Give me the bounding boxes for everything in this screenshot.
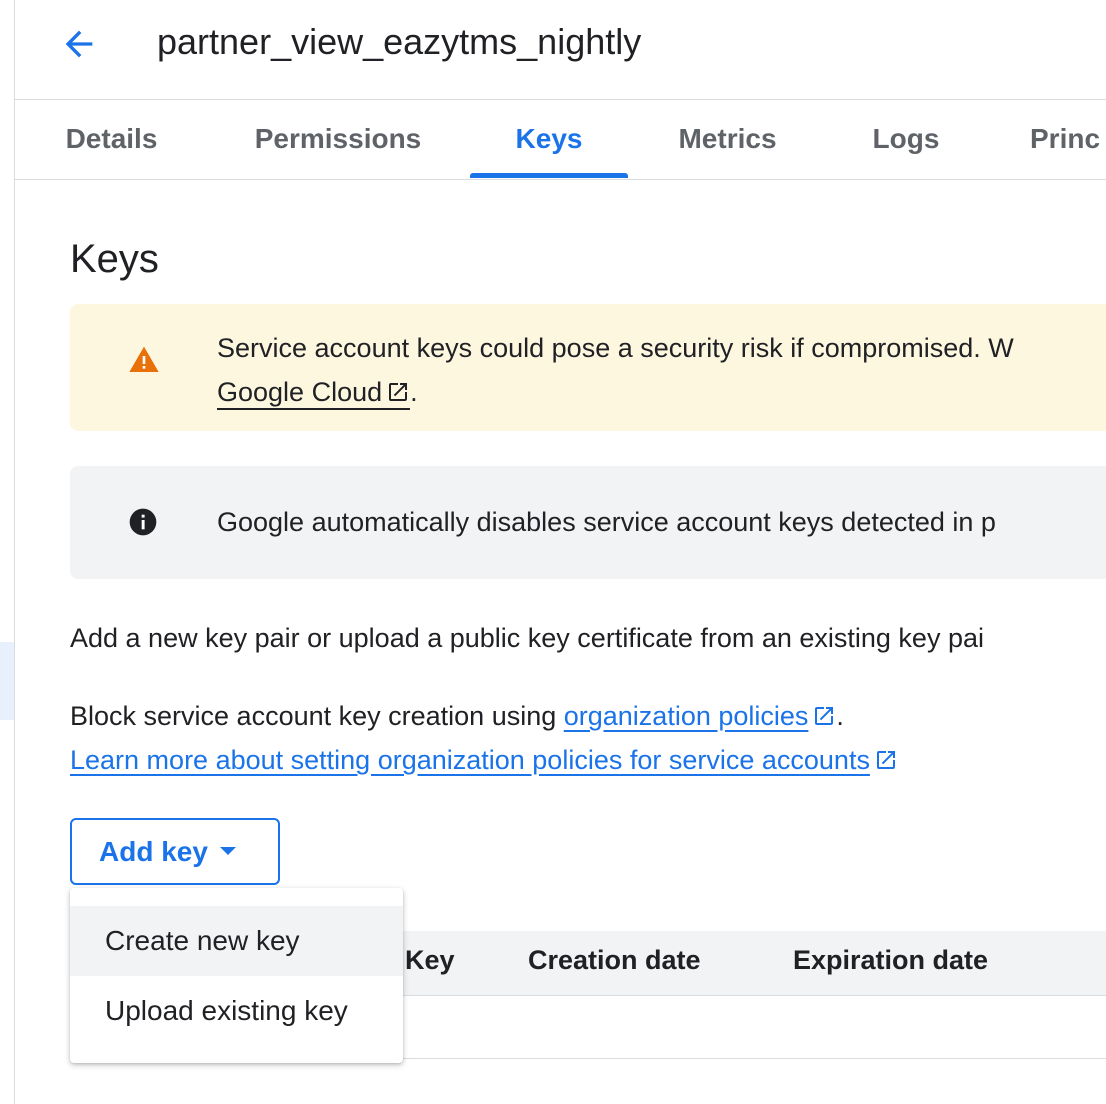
external-link-icon [876, 751, 895, 769]
warning-icon [129, 346, 159, 372]
tab-keys[interactable]: Keys [470, 100, 628, 178]
left-nav-highlight [0, 642, 14, 720]
warning-suffix: . [410, 377, 418, 407]
add-key-menu: Create new key Upload existing key [70, 888, 403, 1063]
tab-principals[interactable]: Princ [1018, 100, 1106, 178]
tab-permissions[interactable]: Permissions [234, 100, 442, 178]
tab-metrics[interactable]: Metrics [655, 100, 800, 178]
warning-text-block: Service account keys could pose a securi… [217, 326, 1014, 414]
tab-logs[interactable]: Logs [851, 100, 961, 178]
back-button[interactable] [57, 20, 101, 68]
info-icon [129, 508, 157, 536]
column-header-expiration-date[interactable]: Expiration date [793, 945, 988, 976]
add-key-button[interactable]: Add key [70, 818, 280, 885]
warning-text: Service account keys could pose a securi… [217, 333, 1014, 363]
menu-item-upload-existing-key[interactable]: Upload existing key [70, 976, 403, 1046]
page-header: partner_view_eazytms_nightly [15, 0, 1106, 100]
menu-item-create-new-key[interactable]: Create new key [70, 906, 403, 976]
info-banner: Google automatically disables service ac… [70, 466, 1106, 579]
learn-more-link[interactable]: Learn more about setting organization po… [70, 745, 898, 775]
warning-banner: Service account keys could pose a securi… [70, 304, 1106, 431]
arrow-back-icon [65, 30, 93, 58]
google-cloud-link[interactable]: Google Cloud [217, 377, 411, 410]
section-title: Keys [70, 237, 159, 281]
external-link-icon [815, 707, 834, 725]
left-nav-edge [0, 0, 15, 1104]
key-description: Add a new key pair or upload a public ke… [70, 623, 984, 653]
block-creation-text: Block service account key creation using… [70, 701, 844, 731]
column-header-creation-date[interactable]: Creation date [528, 945, 701, 976]
info-text: Google automatically disables service ac… [217, 507, 996, 537]
tab-bar: Details Permissions Keys Metrics Logs Pr… [15, 100, 1106, 180]
page-title: partner_view_eazytms_nightly [157, 21, 642, 62]
column-header-key[interactable]: Key [405, 945, 455, 976]
learn-more-line: Learn more about setting organization po… [70, 740, 898, 780]
tab-details[interactable]: Details [30, 100, 193, 178]
add-key-label: Add key [99, 835, 208, 867]
active-tab-indicator [470, 173, 628, 178]
dropdown-caret-icon [219, 846, 236, 855]
organization-policies-link[interactable]: organization policies [564, 701, 837, 731]
external-link-icon [389, 383, 408, 401]
